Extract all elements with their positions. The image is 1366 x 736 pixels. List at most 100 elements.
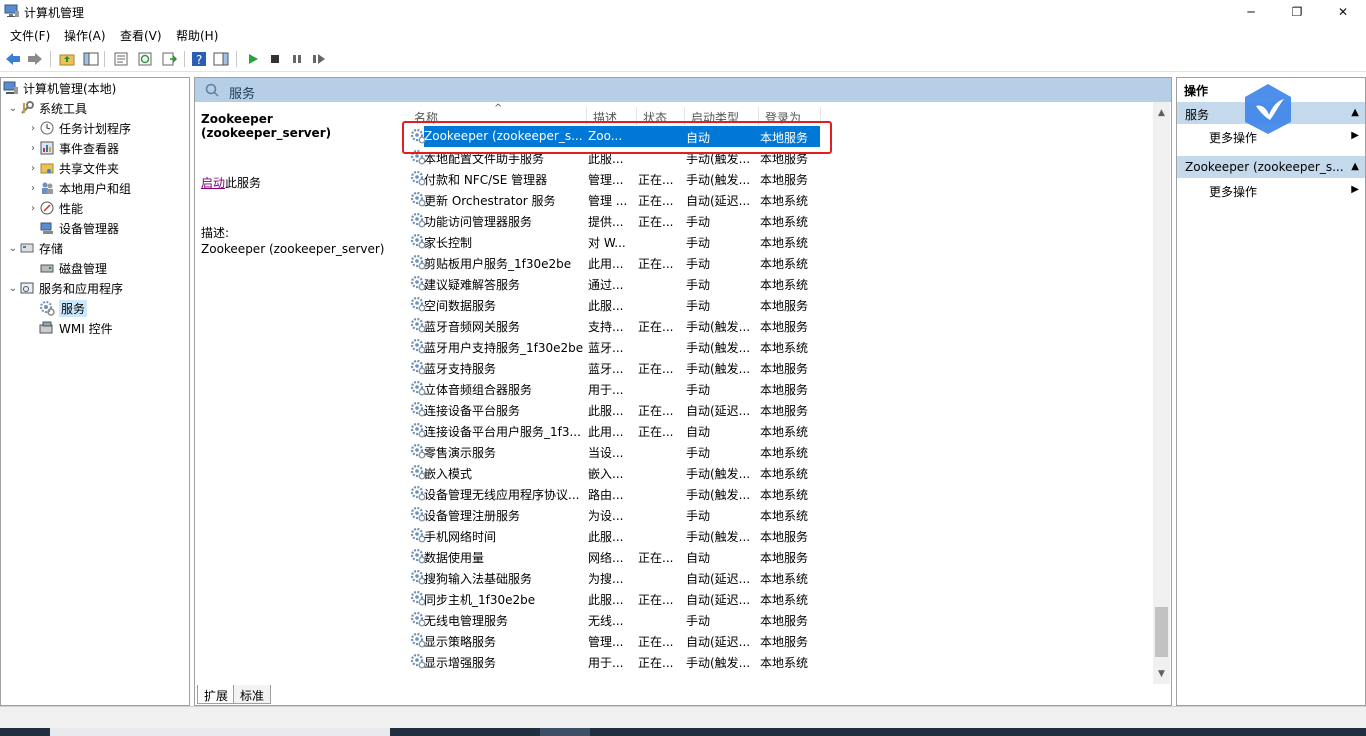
tree-services-apps[interactable]: ⌄ 服务和应用程序 <box>7 278 123 298</box>
service-row[interactable]: 空间数据服务 此服... 手动 本地服务 <box>400 294 1020 315</box>
menu-file[interactable]: 文件(F) <box>10 27 50 44</box>
service-row[interactable]: 无线电管理服务 无线... 手动 本地服务 <box>400 609 1020 630</box>
service-row[interactable]: 功能访问管理器服务 提供... 正在... 手动 本地系统 <box>400 210 1020 231</box>
title-bar: 计算机管理 ─ ❐ ✕ <box>0 0 1366 24</box>
action-pane-icon[interactable] <box>212 50 230 68</box>
up-folder-icon[interactable] <box>58 50 76 68</box>
tree-event-viewer[interactable]: › 事件查看器 <box>27 138 119 158</box>
service-row[interactable]: 显示策略服务 管理... 正在... 自动(延迟... 本地服务 <box>400 630 1020 651</box>
menu-action[interactable]: 操作(A) <box>64 27 106 44</box>
service-row[interactable]: 连接设备平台用户服务_1f3... 此用... 正在... 自动 本地系统 <box>400 420 1020 441</box>
restart-service-icon[interactable] <box>310 50 328 68</box>
scroll-down-icon[interactable]: ▼ <box>1153 665 1170 682</box>
service-row[interactable]: 搜狗输入法基础服务 为搜... 自动(延迟... 本地系统 <box>400 567 1020 588</box>
service-description: 此服... <box>588 404 624 418</box>
service-row[interactable]: 数据使用量 网络... 正在... 自动 本地服务 <box>400 546 1020 567</box>
service-status: 正在... <box>638 320 674 334</box>
service-row[interactable]: 家长控制 对 W... 手动 本地系统 <box>400 231 1020 252</box>
expand-chevron-icon[interactable]: › <box>27 123 39 134</box>
service-logon: 本地服务 <box>760 320 809 334</box>
actions-section-zookeeper[interactable]: Zookeeper (zookeeper_s... ▲ <box>1177 156 1365 178</box>
service-description: 支持... <box>588 320 624 334</box>
service-row[interactable]: 设备管理无线应用程序协议... 路由... 手动(触发... 本地系统 <box>400 483 1020 504</box>
service-description: 蓝牙... <box>588 341 624 355</box>
collapse-caret-icon[interactable]: ▲ <box>1351 161 1359 172</box>
service-name: 立体音频组合器服务 <box>424 383 533 397</box>
service-name: 零售演示服务 <box>424 446 497 460</box>
service-logon: 本地系统 <box>760 194 809 208</box>
service-row[interactable]: 嵌入模式 嵌入... 手动(触发... 本地系统 <box>400 462 1020 483</box>
expand-chevron-icon[interactable]: › <box>27 203 39 214</box>
tree-services[interactable]: 服务 <box>39 298 88 318</box>
tree-storage[interactable]: ⌄ 存储 <box>7 238 63 258</box>
start-service-link[interactable]: 启动 <box>201 176 225 190</box>
view-tabs: 扩展 标准 <box>195 684 1171 705</box>
service-description: 网络... <box>588 551 624 565</box>
svg-text:?: ? <box>196 53 202 67</box>
service-startup-type: 手动(触发... <box>686 488 751 502</box>
service-description: 提供... <box>588 215 624 229</box>
service-row[interactable]: 蓝牙音频网关服务 支持... 正在... 手动(触发... 本地服务 <box>400 315 1020 336</box>
menu-view[interactable]: 查看(V) <box>120 27 162 44</box>
service-description: 当设... <box>588 446 624 460</box>
service-row[interactable]: 连接设备平台服务 此服... 正在... 自动(延迟... 本地服务 <box>400 399 1020 420</box>
show-hide-tree-icon[interactable] <box>82 50 100 68</box>
service-startup-type: 手动(触发... <box>686 341 751 355</box>
tab-extended[interactable]: 扩展 <box>197 685 236 704</box>
bird-assistant-icon[interactable] <box>1242 82 1294 136</box>
service-row[interactable]: 付款和 NFC/SE 管理器 管理... 正在... 手动(触发... 本地服务 <box>400 168 1020 189</box>
taskbar-search[interactable] <box>50 728 390 736</box>
service-row[interactable]: 建议疑难解答服务 通过... 手动 本地系统 <box>400 273 1020 294</box>
service-status: 正在... <box>638 194 674 208</box>
service-row[interactable]: 剪贴板用户服务_1f30e2be 此用... 正在... 手动 本地系统 <box>400 252 1020 273</box>
service-row[interactable]: 更新 Orchestrator 服务 管理 ... 正在... 自动(延迟... 本地系… <box>400 189 1020 210</box>
back-arrow-icon[interactable] <box>4 50 22 68</box>
maximize-button[interactable]: ❐ <box>1274 0 1320 24</box>
service-row[interactable]: 零售演示服务 当设... 手动 本地系统 <box>400 441 1020 462</box>
tree-task-scheduler[interactable]: › 任务计划程序 <box>27 118 131 138</box>
tab-standard[interactable]: 标准 <box>233 685 272 704</box>
tree-device-manager[interactable]: 设备管理器 <box>39 218 119 238</box>
service-row[interactable]: 设备管理注册服务 为设... 手动 本地系统 <box>400 504 1020 525</box>
service-row[interactable]: 手机网络时间 此服... 手动(触发... 本地服务 <box>400 525 1020 546</box>
refresh-icon[interactable] <box>136 50 154 68</box>
service-name: 无线电管理服务 <box>424 614 509 628</box>
expand-chevron-icon[interactable]: › <box>27 143 39 154</box>
close-button[interactable]: ✕ <box>1320 0 1366 24</box>
tree-root[interactable]: 计算机管理(本地) <box>3 78 116 98</box>
service-row[interactable]: 蓝牙用户支持服务_1f30e2be 蓝牙... 手动(触发... 本地系统 <box>400 336 1020 357</box>
export-list-icon[interactable] <box>160 50 178 68</box>
properties-icon[interactable] <box>112 50 130 68</box>
stop-service-icon[interactable] <box>266 50 284 68</box>
service-description: 管理 ... <box>588 194 628 208</box>
help-icon[interactable]: ? <box>190 50 208 68</box>
collapse-chevron-icon[interactable]: ⌄ <box>7 103 19 114</box>
service-description: 用于... <box>588 656 624 670</box>
start-service-icon[interactable] <box>244 50 262 68</box>
tree-system-tools[interactable]: ⌄ 系统工具 <box>7 98 87 118</box>
taskbar-app[interactable] <box>540 728 590 736</box>
minimize-button[interactable]: ─ <box>1228 0 1274 24</box>
expand-chevron-icon[interactable]: › <box>27 183 39 194</box>
service-row[interactable]: 显示增强服务 用于... 正在... 手动(触发... 本地系统 <box>400 651 1020 672</box>
menu-help[interactable]: 帮助(H) <box>176 27 218 44</box>
forward-arrow-icon[interactable] <box>26 50 44 68</box>
tree-performance[interactable]: › 性能 <box>27 198 83 218</box>
collapse-chevron-icon[interactable]: ⌄ <box>7 243 19 254</box>
scrollbar-thumb[interactable] <box>1155 607 1168 657</box>
expand-chevron-icon[interactable]: › <box>27 163 39 174</box>
services-scrollbar[interactable]: ▲ ▼ <box>1153 102 1170 684</box>
shared-folder-icon <box>39 160 55 176</box>
scroll-up-icon[interactable]: ▲ <box>1153 104 1170 121</box>
more-actions-zookeeper[interactable]: 更多操作 <box>1209 183 1257 200</box>
tree-local-users[interactable]: › 本地用户和组 <box>27 178 131 198</box>
collapse-caret-icon[interactable]: ▲ <box>1351 107 1359 118</box>
service-row[interactable]: 蓝牙支持服务 蓝牙... 正在... 手动(触发... 本地服务 <box>400 357 1020 378</box>
collapse-chevron-icon[interactable]: ⌄ <box>7 283 19 294</box>
tree-wmi[interactable]: WMI 控件 <box>39 318 113 338</box>
tree-shared-folders[interactable]: › 共享文件夹 <box>27 158 119 178</box>
service-row[interactable]: 立体音频组合器服务 用于... 手动 本地服务 <box>400 378 1020 399</box>
service-row[interactable]: 同步主机_1f30e2be 此服... 正在... 自动(延迟... 本地系统 <box>400 588 1020 609</box>
pause-service-icon[interactable] <box>288 50 306 68</box>
tree-disk-management[interactable]: 磁盘管理 <box>39 258 107 278</box>
